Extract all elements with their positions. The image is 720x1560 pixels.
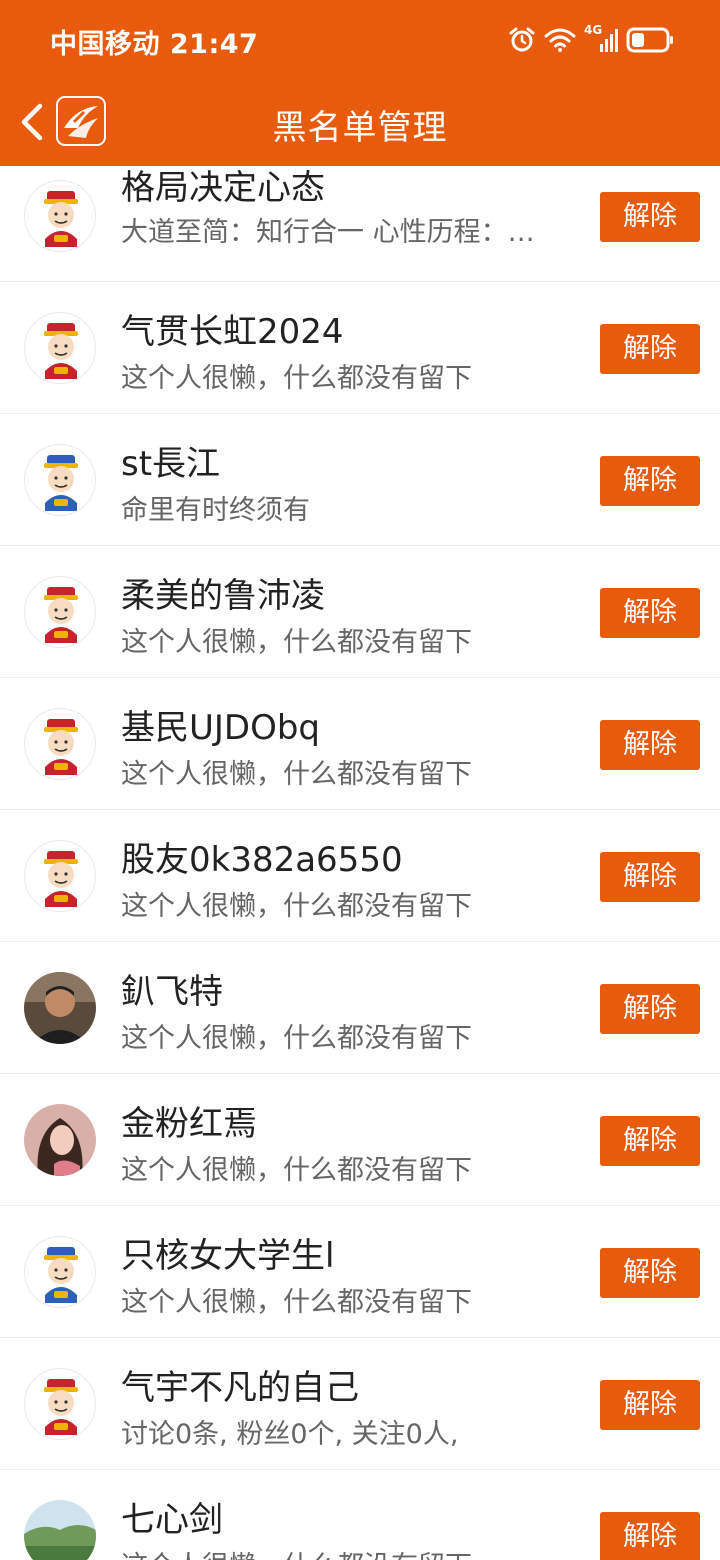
user-bio: 这个人很懒，什么都没有留下 [121, 759, 472, 790]
user-bio: 命里有时终须有 [121, 495, 310, 526]
status-icons: 4G [508, 23, 674, 56]
caishen-avatar-icon [44, 455, 78, 511]
cellular-signal-icon: 4G [584, 23, 618, 54]
blacklist-row: 基民UJDObq 这个人很懒，什么都没有留下 解除 [0, 678, 720, 810]
caishen-avatar-icon [44, 1379, 78, 1435]
caishen-avatar-icon [44, 851, 78, 907]
blacklist-row: 七心剑 这个人很懒，什么都没有留下 解除 [0, 1470, 720, 1560]
user-photo-avatar-icon [24, 1104, 96, 1176]
blacklist-row: st長江 命里有时终须有 解除 [0, 414, 720, 546]
blacklist-row: 气宇不凡的自己 讨论0条, 粉丝0个, 关注0人, 解除 [0, 1338, 720, 1470]
unblock-button[interactable]: 解除 [600, 1512, 700, 1560]
avatar [24, 180, 96, 252]
user-bio: 这个人很懒，什么都没有留下 [121, 1287, 472, 1318]
user-bio: 这个人很懒，什么都没有留下 [121, 1544, 581, 1560]
unblock-button[interactable]: 解除 [600, 720, 700, 770]
avatar [24, 444, 96, 516]
user-bio: 这个人很懒，什么都没有留下 [121, 1023, 472, 1054]
avatar [24, 840, 96, 912]
user-name: 柔美的鲁沛凌 [121, 576, 325, 616]
blacklist-row: 金粉红焉 这个人很懒，什么都没有留下 解除 [0, 1074, 720, 1206]
user-name: 气贯长虹2024 [121, 312, 344, 352]
avatar [24, 708, 96, 780]
alarm-icon [508, 26, 536, 54]
blacklist-row: 气贯长虹2024 这个人很懒，什么都没有留下 解除 [0, 282, 720, 414]
status-carrier-time: 中国移动 21:47 [50, 29, 259, 60]
unblock-button[interactable]: 解除 [600, 852, 700, 902]
user-name: 股友0k382a6550 [121, 840, 403, 880]
blacklist-row: 格局决定心态 大道至简：知行合一 心性历程：… 解除 [0, 166, 720, 282]
avatar [24, 312, 96, 384]
blacklist-row: 釟飞特 这个人很懒，什么都没有留下 解除 [0, 942, 720, 1074]
blacklist-row: 柔美的鲁沛凌 这个人很懒，什么都没有留下 解除 [0, 546, 720, 678]
unblock-button[interactable]: 解除 [600, 192, 700, 242]
avatar [24, 1104, 96, 1176]
battery-icon [626, 27, 674, 53]
avatar [24, 1368, 96, 1440]
wifi-icon [544, 27, 576, 53]
user-name: 釟飞特 [121, 972, 223, 1012]
user-name: 基民UJDObq [121, 708, 321, 748]
blacklist-row: 只核女大学生l 这个人很懒，什么都没有留下 解除 [0, 1206, 720, 1338]
user-bio: 这个人很懒，什么都没有留下 [121, 1155, 472, 1186]
unblock-button[interactable]: 解除 [600, 984, 700, 1034]
status-bar: 中国移动 21:47 4G [0, 0, 720, 80]
caishen-avatar-icon [44, 719, 78, 775]
avatar [24, 576, 96, 648]
user-name: st長江 [121, 444, 221, 484]
unblock-button[interactable]: 解除 [600, 1248, 700, 1298]
user-photo-avatar-icon [24, 1500, 96, 1560]
app-header: 中国移动 21:47 4G 黑名单管理 [0, 0, 720, 166]
unblock-button[interactable]: 解除 [600, 1380, 700, 1430]
user-bio: 这个人很懒，什么都没有留下 [121, 363, 472, 394]
caishen-avatar-icon [44, 191, 78, 247]
user-name: 气宇不凡的自己 [121, 1368, 359, 1408]
user-name: 金粉红焉 [121, 1104, 257, 1144]
unblock-button[interactable]: 解除 [600, 456, 700, 506]
caishen-avatar-icon [44, 323, 78, 379]
nav-bar: 黑名单管理 [0, 80, 720, 166]
caishen-avatar-icon [44, 1247, 78, 1303]
blacklist-row: 股友0k382a6550 这个人很懒，什么都没有留下 解除 [0, 810, 720, 942]
avatar [24, 972, 96, 1044]
avatar [24, 1500, 96, 1560]
user-name: 七心剑 [121, 1500, 223, 1540]
blacklist: 格局决定心态 大道至简：知行合一 心性历程：… 解除 气贯长虹2024 这个人很… [0, 166, 720, 1560]
unblock-button[interactable]: 解除 [600, 1116, 700, 1166]
user-photo-avatar-icon [24, 972, 96, 1044]
unblock-button[interactable]: 解除 [600, 588, 700, 638]
user-bio: 大道至简：知行合一 心性历程：… [121, 217, 535, 248]
user-bio: 讨论0条, 粉丝0个, 关注0人, [121, 1419, 459, 1450]
user-name: 格局决定心态 [121, 168, 325, 208]
unblock-button[interactable]: 解除 [600, 324, 700, 374]
avatar [24, 1236, 96, 1308]
user-name: 只核女大学生l [121, 1236, 335, 1276]
user-bio: 这个人很懒，什么都没有留下 [121, 627, 472, 658]
page-title: 黑名单管理 [272, 108, 448, 148]
user-bio: 这个人很懒，什么都没有留下 [121, 891, 472, 922]
caishen-avatar-icon [44, 587, 78, 643]
